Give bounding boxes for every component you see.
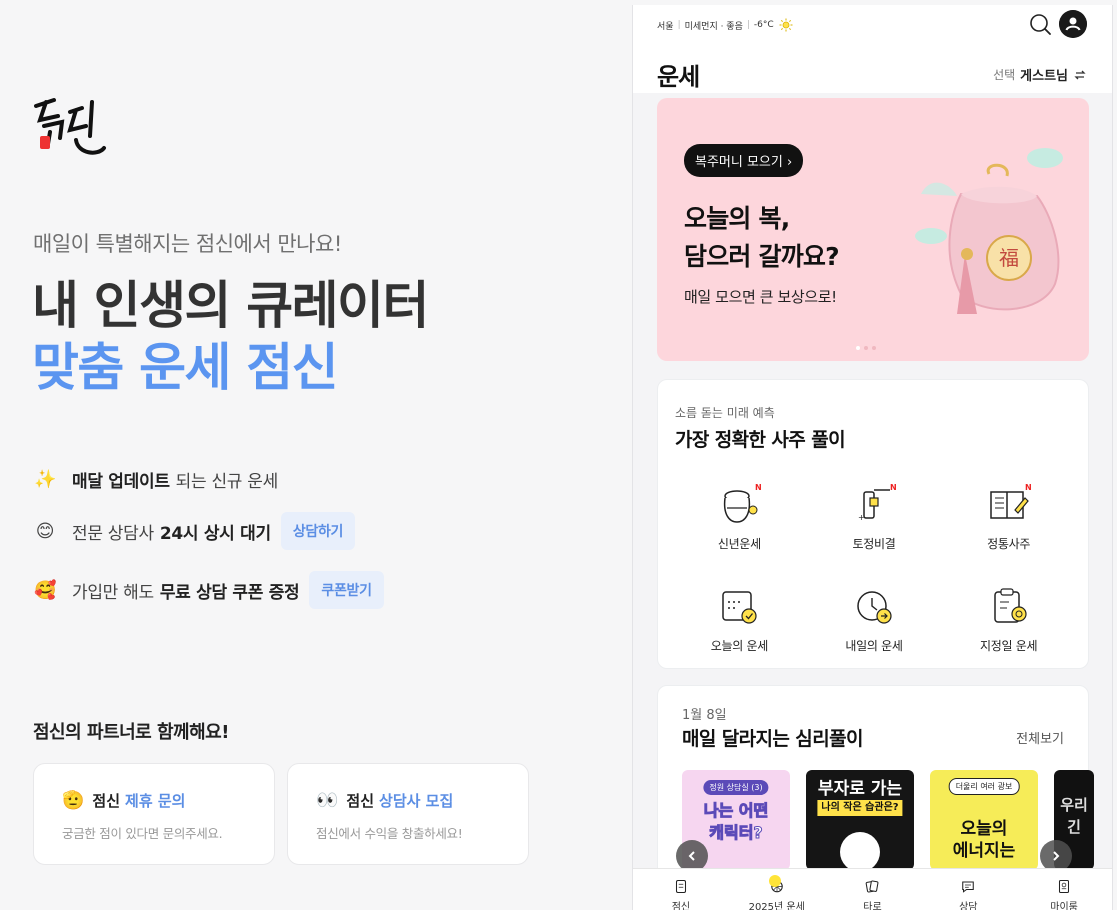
calendar-check-icon <box>722 591 757 624</box>
chat-icon <box>962 881 975 893</box>
profile-avatar-icon[interactable] <box>1059 10 1087 38</box>
menu-today-fortune[interactable]: 오늘의 운세 <box>672 582 807 654</box>
banner-headline: 오늘의 복, 담으러 갈까요? <box>684 204 840 271</box>
psy-thumb-energy[interactable]: 더울리 여러 광보 오늘의 에너지는 <box>930 770 1038 870</box>
swap-icon <box>1074 70 1086 79</box>
landing-panel: 매일이 특별해지는 점신에서 만나요! 내 인생의 큐레이터 맞춤 운세 점신 … <box>0 0 632 910</box>
collect-pouch-button[interactable]: 복주머니 모으기 › <box>684 144 804 177</box>
feature-monthly-update: ✨ 매달 업데이트 되는 신규 운세 <box>33 468 278 492</box>
coupon-chip-button[interactable]: 쿠폰받기 <box>309 571 384 609</box>
menu-tojeong[interactable]: + N 토정비결 <box>807 480 942 552</box>
jeomsin-logo[interactable] <box>32 92 108 164</box>
fortune-menu-grid: N 신년운세 + N 토정비결 N 정통사주 오늘의 운세 내일의 운세 지정일… <box>672 480 1076 654</box>
chevron-right-icon <box>1053 851 1060 861</box>
svg-text:+: + <box>858 513 865 522</box>
counselor-recruit-card[interactable]: 👀 점신 상담사 모집 점신에서 수익을 창출하세요! <box>287 763 529 865</box>
landing-headline: 내 인생의 큐레이터 <box>32 277 429 336</box>
tarot-icon <box>866 880 879 893</box>
svg-text:N: N <box>755 483 762 492</box>
psy-title: 매일 달라지는 심리풀이 <box>682 728 863 750</box>
saju-kicker: 소름 돋는 미래 예측 <box>675 406 775 420</box>
view-all-link[interactable]: 전체보기 <box>1016 728 1064 747</box>
banner-subtext: 매일 모으면 큰 보상으로! <box>684 288 837 306</box>
chevron-left-icon <box>688 851 695 861</box>
svg-text:N: N <box>890 483 897 492</box>
consult-chip-button[interactable]: 상담하기 <box>280 512 356 550</box>
promo-banner[interactable]: 복주머니 모으기 › 오늘의 복, 담으러 갈까요? 매일 모으면 큰 보상으로… <box>657 98 1089 361</box>
clipboard-target-icon <box>993 588 1027 623</box>
landing-subtitle: 매일이 특별해지는 점신에서 만나요! <box>33 232 342 256</box>
saju-title: 가장 정확한 사주 풀이 <box>675 429 846 451</box>
feature-counselor: 😊 전문 상담사 24시 상시 대기 상담하기 <box>33 512 356 550</box>
bottom-tab-bar: 점신 2025년 운세 타로 상담 마이룸 <box>633 868 1112 910</box>
user-select-button[interactable]: 선택 게스트님 <box>993 65 1086 84</box>
tab-2025-fortune[interactable]: 2025년 운세 <box>729 869 825 910</box>
book-pen-icon: N <box>989 483 1032 519</box>
tab-consult[interactable]: 상담 <box>920 869 1016 910</box>
tab-home[interactable]: 점신 <box>633 869 729 910</box>
svg-text:福: 福 <box>999 246 1019 270</box>
title-bar: 운세 선택 게스트님 <box>633 47 1112 93</box>
psy-thumb-habit[interactable]: 부자로 가는 나의 작은 습관은? <box>806 770 914 870</box>
menu-new-year-fortune[interactable]: N 신년운세 <box>672 480 807 552</box>
feature-coupon: 🥰 가입만 해도 무료 상담 쿠폰 증정 쿠폰받기 <box>33 571 384 609</box>
app-frame: 서울 | 미세먼지 · 좋음 | -6°C 운세 선택 게스트님 복주머니 모으… <box>632 5 1113 910</box>
new-dot-indicator <box>768 875 781 887</box>
fortune-pot-icon: N <box>724 483 762 523</box>
saju-card: 소름 돋는 미래 예측 가장 정확한 사주 풀이 N 신년운세 + N 토정비결… <box>657 379 1089 669</box>
banner-pagination[interactable] <box>856 346 876 350</box>
svg-text:N: N <box>1025 483 1032 492</box>
tab-my-room[interactable]: 마이룸 <box>1016 869 1112 910</box>
menu-tomorrow-fortune[interactable]: 내일의 운세 <box>807 582 942 654</box>
tab-tarot[interactable]: 타로 <box>825 869 921 910</box>
landing-headline-accent: 맞춤 운세 점신 <box>32 339 339 398</box>
partner-inquiry-card[interactable]: 🫡 점신 제휴 문의 궁금한 점이 있다면 문의주세요. <box>33 763 275 865</box>
page-title: 운세 <box>657 63 700 91</box>
clock-arrow-icon <box>857 591 892 624</box>
menu-traditional-saju[interactable]: N 정통사주 <box>941 480 1076 552</box>
scroll-brush-icon: + N <box>858 483 897 522</box>
psy-thumbnails: 정원 상담실 (3) 나는 어떤 캐릭터? 부자로 가는 나의 작은 습관은? 더… <box>682 770 1094 870</box>
weather-info[interactable]: 서울 | 미세먼지 · 좋음 | -6°C <box>657 18 793 32</box>
partner-title: 점신의 파트너로 함께해요! <box>33 722 229 743</box>
sun-icon <box>779 18 793 32</box>
eyes-emoji-icon: 👀 <box>316 790 339 811</box>
search-icon[interactable] <box>1029 13 1051 35</box>
lucky-pouch-image: 福 <box>915 148 1063 314</box>
menu-specific-date-fortune[interactable]: 지정일 운세 <box>941 582 1076 654</box>
phone-book-icon <box>675 879 686 894</box>
top-bar: 서울 | 미세먼지 · 좋음 | -6°C <box>633 5 1112 47</box>
smile-emoji-icon: 😊 <box>35 520 55 542</box>
sparkles-icon: ✨ <box>33 468 57 490</box>
psy-date: 1월 8일 <box>682 708 727 723</box>
salute-emoji-icon: 🫡 <box>62 790 85 811</box>
hearts-emoji-icon: 🥰 <box>33 579 57 601</box>
room-icon <box>1059 879 1070 894</box>
